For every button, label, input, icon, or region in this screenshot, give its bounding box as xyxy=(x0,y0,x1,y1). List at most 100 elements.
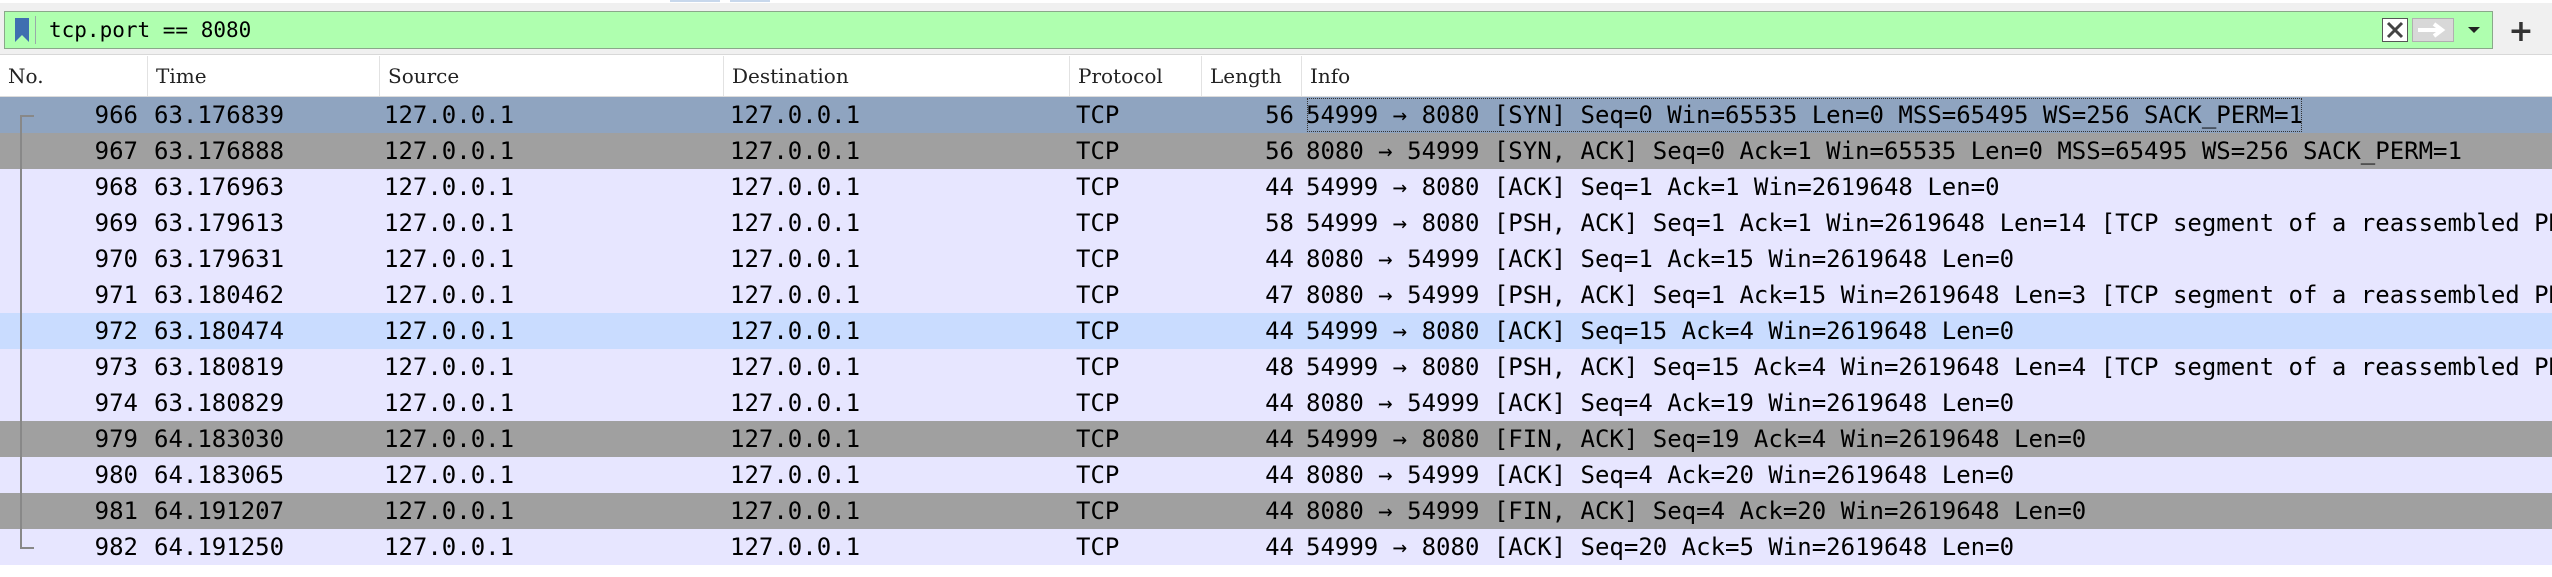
packet-source: 127.0.0.1 xyxy=(384,245,515,273)
packet-protocol: TCP xyxy=(1076,209,1120,237)
column-header-time[interactable]: Time xyxy=(148,56,380,96)
table-row[interactable]: 981 64.191207 127.0.0.1 127.0.0.1 TCP 44 8080 … xyxy=(0,493,2552,529)
packet-length: 44 xyxy=(1265,497,1294,525)
packet-info: 8080 → 54999 [SYN, ACK] Seq=0 Ack=1 Win=… xyxy=(1306,137,2462,165)
packet-protocol: TCP xyxy=(1076,317,1120,345)
packet-source: 127.0.0.1 xyxy=(384,497,515,525)
packet-info: 8080 → 54999 [ACK] Seq=4 Ack=19 Win=2619… xyxy=(1306,389,2015,417)
table-row[interactable]: 971 63.180462 127.0.0.1 127.0.0.1 TCP 47 8080 … xyxy=(0,277,2552,313)
table-row[interactable]: 973 63.180819 127.0.0.1 127.0.0.1 TCP 48 54999… xyxy=(0,349,2552,385)
packet-destination: 127.0.0.1 xyxy=(730,353,861,381)
packet-time: 63.176888 xyxy=(154,137,285,165)
packet-protocol: TCP xyxy=(1076,461,1120,489)
packet-info: 8080 → 54999 [PSH, ACK] Seq=1 Ack=15 Win… xyxy=(1306,281,2552,309)
packet-info: 54999 → 8080 [SYN] Seq=0 Win=65535 Len=0… xyxy=(1306,97,2303,133)
top-strip xyxy=(0,0,2552,2)
packet-info: 54999 → 8080 [ACK] Seq=20 Ack=5 Win=2619… xyxy=(1306,533,2015,561)
column-header-source[interactable]: Source xyxy=(380,56,724,96)
plus-icon[interactable]: + xyxy=(2501,13,2541,49)
table-row[interactable]: 967 63.176888 127.0.0.1 127.0.0.1 TCP 56 8080 … xyxy=(0,133,2552,169)
column-header-protocol[interactable]: Protocol xyxy=(1070,56,1202,96)
packet-protocol: TCP xyxy=(1076,533,1120,561)
conversation-bracket-end xyxy=(20,547,34,549)
packet-info: 54999 → 8080 [ACK] Seq=1 Ack=1 Win=26196… xyxy=(1306,173,2000,201)
packet-destination: 127.0.0.1 xyxy=(730,533,861,561)
clear-x-icon[interactable] xyxy=(2382,18,2408,42)
packet-destination: 127.0.0.1 xyxy=(730,101,861,129)
packet-info: 54999 → 8080 [PSH, ACK] Seq=15 Ack=4 Win… xyxy=(1306,353,2552,381)
packet-length: 44 xyxy=(1265,533,1294,561)
packet-info: 54999 → 8080 [FIN, ACK] Seq=19 Ack=4 Win… xyxy=(1306,425,2087,453)
packet-length: 44 xyxy=(1265,389,1294,417)
packet-destination: 127.0.0.1 xyxy=(730,173,861,201)
packet-destination: 127.0.0.1 xyxy=(730,317,861,345)
packet-info: 54999 → 8080 [PSH, ACK] Seq=1 Ack=1 Win=… xyxy=(1306,209,2552,237)
packet-protocol: TCP xyxy=(1076,425,1120,453)
packet-source: 127.0.0.1 xyxy=(384,209,515,237)
packet-source: 127.0.0.1 xyxy=(384,137,515,165)
packet-info: 8080 → 54999 [ACK] Seq=4 Ack=20 Win=2619… xyxy=(1306,461,2015,489)
packet-time: 64.191207 xyxy=(154,497,285,525)
packet-time: 63.180819 xyxy=(154,353,285,381)
table-row[interactable]: 968 63.176963 127.0.0.1 127.0.0.1 TCP 44 54999… xyxy=(0,169,2552,205)
packet-info: 8080 → 54999 [FIN, ACK] Seq=4 Ack=20 Win… xyxy=(1306,497,2087,525)
packet-time: 64.183030 xyxy=(154,425,285,453)
packet-source: 127.0.0.1 xyxy=(384,461,515,489)
packet-time: 63.180829 xyxy=(154,389,285,417)
bookmark-icon[interactable] xyxy=(9,16,36,44)
chevron-down-icon[interactable] xyxy=(2460,18,2488,42)
packet-protocol: TCP xyxy=(1076,353,1120,381)
packet-source: 127.0.0.1 xyxy=(384,389,515,417)
packet-protocol: TCP xyxy=(1076,281,1120,309)
packet-length: 48 xyxy=(1265,353,1294,381)
table-row[interactable]: 972 63.180474 127.0.0.1 127.0.0.1 TCP 44 54999… xyxy=(0,313,2552,349)
column-header-length[interactable]: Length xyxy=(1202,56,1302,96)
table-row[interactable]: 980 64.183065 127.0.0.1 127.0.0.1 TCP 44 8080 … xyxy=(0,457,2552,493)
packet-destination: 127.0.0.1 xyxy=(730,209,861,237)
column-header-no[interactable]: No. xyxy=(0,56,148,96)
display-filter-input[interactable]: tcp.port == 8080 xyxy=(49,12,251,48)
packet-length: 44 xyxy=(1265,425,1294,453)
packet-time: 64.191250 xyxy=(154,533,285,561)
packet-info: 8080 → 54999 [ACK] Seq=1 Ack=15 Win=2619… xyxy=(1306,245,2015,273)
conversation-bracket-start xyxy=(20,115,34,117)
packet-destination: 127.0.0.1 xyxy=(730,245,861,273)
packet-time: 64.183065 xyxy=(154,461,285,489)
table-row[interactable]: 969 63.179613 127.0.0.1 127.0.0.1 TCP 58 54999… xyxy=(0,205,2552,241)
packet-time: 63.176963 xyxy=(154,173,285,201)
table-row[interactable]: 966 63.176839 127.0.0.1 127.0.0.1 TCP 56 54999… xyxy=(0,97,2552,133)
packet-length: 56 xyxy=(1265,137,1294,165)
packet-source: 127.0.0.1 xyxy=(384,533,515,561)
display-filter-toolbar: tcp.port == 8080 + xyxy=(0,3,2552,55)
packet-length: 44 xyxy=(1265,461,1294,489)
packet-destination: 127.0.0.1 xyxy=(730,425,861,453)
column-header-info[interactable]: Info xyxy=(1302,56,2552,96)
table-row[interactable]: 982 64.191250 127.0.0.1 127.0.0.1 TCP 44 54999… xyxy=(0,529,2552,565)
packet-length: 44 xyxy=(1265,245,1294,273)
packet-destination: 127.0.0.1 xyxy=(730,281,861,309)
packet-source: 127.0.0.1 xyxy=(384,173,515,201)
packet-time: 63.179613 xyxy=(154,209,285,237)
packet-length: 47 xyxy=(1265,281,1294,309)
packet-protocol: TCP xyxy=(1076,389,1120,417)
packet-protocol: TCP xyxy=(1076,137,1120,165)
display-filter-box: tcp.port == 8080 xyxy=(4,11,2493,49)
packet-list-header: No. Time Source Destination Protocol Len… xyxy=(0,56,2552,97)
column-header-destination[interactable]: Destination xyxy=(724,56,1070,96)
packet-length: 44 xyxy=(1265,173,1294,201)
packet-destination: 127.0.0.1 xyxy=(730,461,861,489)
packet-source: 127.0.0.1 xyxy=(384,101,515,129)
packet-time: 63.176839 xyxy=(154,101,285,129)
conversation-bracket xyxy=(20,115,22,547)
table-row[interactable]: 979 64.183030 127.0.0.1 127.0.0.1 TCP 44 54999… xyxy=(0,421,2552,457)
packet-destination: 127.0.0.1 xyxy=(730,137,861,165)
packet-destination: 127.0.0.1 xyxy=(730,497,861,525)
packet-destination: 127.0.0.1 xyxy=(730,389,861,417)
arrow-right-icon[interactable] xyxy=(2412,18,2454,42)
table-row[interactable]: 974 63.180829 127.0.0.1 127.0.0.1 TCP 44 8080 … xyxy=(0,385,2552,421)
table-row[interactable]: 970 63.179631 127.0.0.1 127.0.0.1 TCP 44 8080 … xyxy=(0,241,2552,277)
packet-list: 966 63.176839 127.0.0.1 127.0.0.1 TCP 56 54999… xyxy=(0,97,2552,565)
packet-source: 127.0.0.1 xyxy=(384,281,515,309)
packet-source: 127.0.0.1 xyxy=(384,353,515,381)
packet-protocol: TCP xyxy=(1076,173,1120,201)
